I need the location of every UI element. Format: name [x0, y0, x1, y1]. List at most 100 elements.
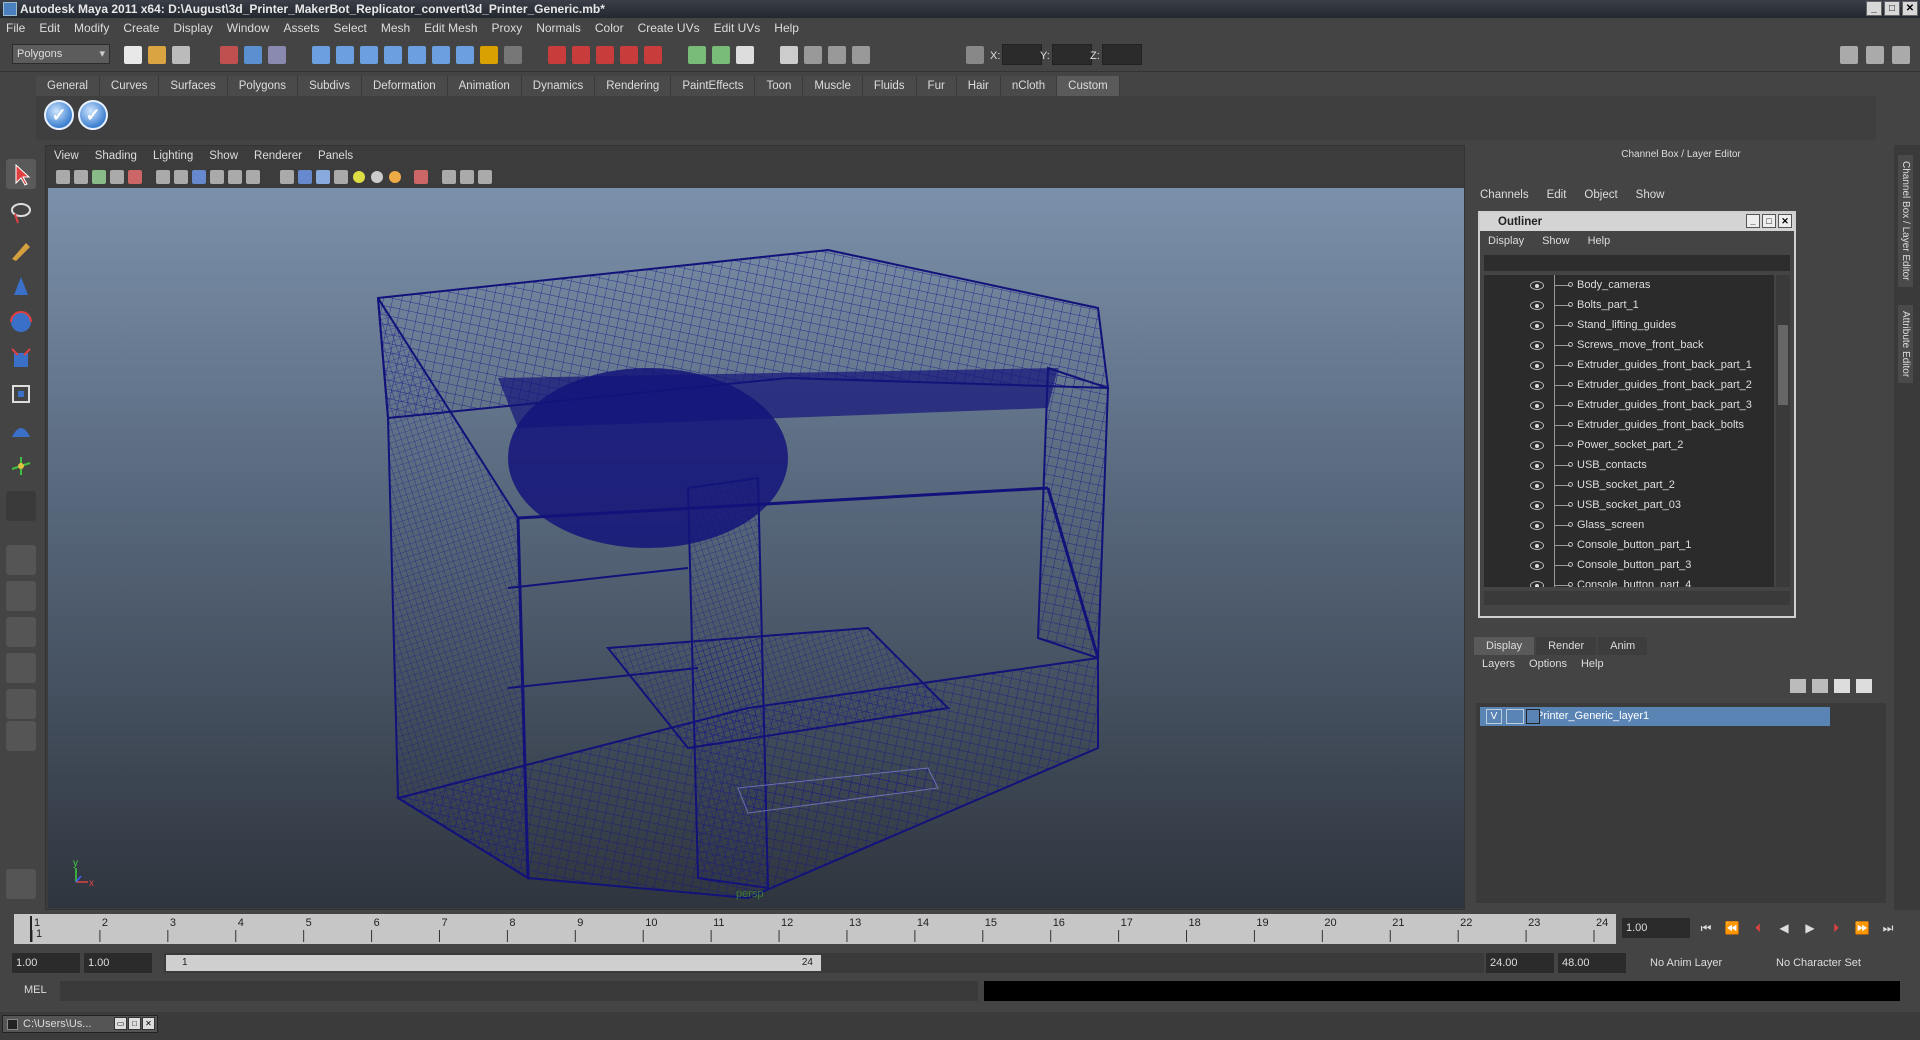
time-slider-track[interactable]: 1 2 3 4 5 6 7 8 9 10 11 12 13 14 15 16 17 18 19 20 21 22 23 24 … — [14, 914, 1616, 944]
step-forward-key-icon[interactable]: ⏵ — [1826, 919, 1846, 937]
cb-menu-channels[interactable]: Channels — [1480, 189, 1529, 201]
y-coord-field[interactable] — [1052, 44, 1092, 65]
layer-menu-help[interactable]: Help — [1581, 658, 1604, 670]
render-frame-icon[interactable] — [548, 46, 566, 64]
layer-menu-options[interactable]: Options — [1529, 658, 1567, 670]
layer-tab-display[interactable]: Display — [1474, 637, 1535, 655]
snap-grid-icon[interactable] — [312, 46, 330, 64]
range-slider-handle[interactable]: 1 24 — [166, 955, 821, 971]
anim-layer-dropdown[interactable]: No Anim Layer — [1646, 953, 1766, 973]
show-tool-settings-icon[interactable] — [804, 46, 822, 64]
new-scene-icon[interactable] — [124, 46, 142, 64]
shelf-tab-polygons[interactable]: Polygons — [227, 76, 299, 96]
shelf-tab-hair[interactable]: Hair — [956, 76, 1001, 96]
hypershade-icon[interactable] — [620, 46, 638, 64]
layer-tab-render[interactable]: Render — [1536, 637, 1597, 655]
snap-together-icon[interactable] — [456, 46, 474, 64]
select-object-icon[interactable] — [244, 46, 262, 64]
current-time-marker[interactable] — [30, 916, 32, 942]
create-empty-layer-icon[interactable] — [1834, 679, 1850, 693]
show-attribute-editor-icon[interactable] — [780, 46, 798, 64]
maximize-button[interactable]: □ — [1884, 1, 1900, 16]
outliner-minimize-button[interactable]: _ — [1746, 214, 1760, 228]
vp-menu-show[interactable]: Show — [209, 150, 238, 162]
shelf-tab-ncloth[interactable]: nCloth — [1000, 76, 1058, 96]
outliner-maximize-button[interactable]: □ — [1762, 214, 1776, 228]
menu-modify[interactable]: Modify — [74, 21, 109, 35]
shelf-tab-fluids[interactable]: Fluids — [862, 76, 917, 96]
relative-transform-icon[interactable] — [712, 46, 730, 64]
input-line-icon[interactable] — [688, 46, 706, 64]
z-coord-field[interactable] — [1102, 44, 1142, 65]
vp-menu-renderer[interactable]: Renderer — [254, 150, 302, 162]
create-layer-from-selection-icon[interactable] — [1856, 679, 1872, 693]
close-button[interactable]: ✕ — [1902, 1, 1918, 16]
x-coord-field[interactable] — [1002, 44, 1042, 65]
toggle-attribute-editor-icon[interactable] — [1840, 46, 1858, 64]
four-view-layout-icon[interactable] — [6, 581, 36, 611]
outliner-item[interactable]: Console_button_part_1 — [1484, 535, 1774, 555]
vp-menu-lighting[interactable]: Lighting — [153, 150, 193, 162]
menu-help[interactable]: Help — [774, 21, 799, 35]
outliner-horizontal-scrollbar[interactable] — [1484, 591, 1790, 605]
outliner-item[interactable]: Extruder_guides_front_back_part_1 — [1484, 355, 1774, 375]
layer-menu-layers[interactable]: Layers — [1482, 658, 1515, 670]
menu-normals[interactable]: Normals — [536, 21, 581, 35]
play-forwards-icon[interactable]: ▶ — [1800, 919, 1820, 937]
taskitem-close-button[interactable]: ✕ — [142, 1017, 155, 1030]
transform-mode-icon[interactable] — [966, 46, 984, 64]
outliner-item[interactable]: USB_socket_part_03 — [1484, 495, 1774, 515]
move-layer-down-icon[interactable] — [1812, 679, 1828, 693]
menu-color[interactable]: Color — [595, 21, 624, 35]
shelf-tab-muscle[interactable]: Muscle — [803, 76, 863, 96]
outliner-filter-field[interactable] — [1484, 255, 1790, 271]
outliner-item[interactable]: USB_contacts — [1484, 455, 1774, 475]
shelf-tab-animation[interactable]: Animation — [447, 76, 522, 96]
shelf-tab-subdivs[interactable]: Subdivs — [298, 76, 362, 96]
outliner-item[interactable]: Console_button_part_4 — [1484, 575, 1774, 587]
character-set-dropdown[interactable]: No Character Set — [1772, 953, 1882, 973]
outliner-item[interactable]: Body_cameras — [1484, 275, 1774, 295]
step-back-key-icon[interactable]: ⏴ — [1748, 919, 1768, 937]
outliner-item[interactable]: Extruder_guides_front_back_part_2 — [1484, 375, 1774, 395]
display-layer-row[interactable]: V Printer_Generic_layer1 — [1480, 707, 1830, 726]
toggle-tool-settings-icon[interactable] — [1892, 46, 1910, 64]
outliner-item[interactable]: USB_socket_part_2 — [1484, 475, 1774, 495]
persp-outliner-layout-icon[interactable] — [6, 617, 36, 647]
shelf-tab-painteffects[interactable]: PaintEffects — [671, 76, 756, 96]
vp-menu-panels[interactable]: Panels — [318, 150, 353, 162]
layer-playback-toggle[interactable] — [1506, 709, 1524, 724]
menu-select[interactable]: Select — [333, 21, 366, 35]
custom-shelf-checkmark-icon-2[interactable]: ✓ — [78, 100, 108, 130]
layer-tab-anim[interactable]: Anim — [1598, 637, 1648, 655]
single-perspective-layout-icon[interactable] — [6, 545, 36, 575]
select-hierarchy-icon[interactable] — [220, 46, 238, 64]
menu-edit-mesh[interactable]: Edit Mesh — [424, 21, 477, 35]
last-tool-used-icon[interactable] — [6, 491, 36, 521]
show-manipulator-icon[interactable] — [6, 451, 36, 481]
select-component-icon[interactable] — [268, 46, 286, 64]
ol-menu-help[interactable]: Help — [1588, 235, 1611, 247]
menu-window[interactable]: Window — [227, 21, 270, 35]
shelf-tab-custom[interactable]: Custom — [1057, 76, 1120, 96]
move-layer-up-icon[interactable] — [1790, 679, 1806, 693]
step-forward-icon[interactable]: ⏩ — [1852, 919, 1872, 937]
render-settings-icon[interactable] — [596, 46, 614, 64]
start-time-field[interactable]: 1.00 — [12, 953, 80, 973]
snap-curve-icon[interactable] — [336, 46, 354, 64]
open-scene-icon[interactable] — [148, 46, 166, 64]
menu-edit-uvs[interactable]: Edit UVs — [714, 21, 761, 35]
cb-menu-edit[interactable]: Edit — [1547, 189, 1567, 201]
outliner-close-button[interactable]: ✕ — [1778, 214, 1792, 228]
shelf-tab-toon[interactable]: Toon — [755, 76, 804, 96]
taskitem-restore-button[interactable]: ▭ — [114, 1017, 127, 1030]
vp-menu-shading[interactable]: Shading — [95, 150, 137, 162]
shelf-tab-general[interactable]: General — [36, 76, 100, 96]
outliner-item[interactable]: Extruder_guides_front_back_part_3 — [1484, 395, 1774, 415]
minimized-window-item[interactable]: C:\Users\Us... ▭ □ ✕ — [2, 1015, 158, 1033]
shelf-tab-dynamics[interactable]: Dynamics — [521, 76, 596, 96]
graph-editor-layout-icon[interactable] — [6, 721, 36, 751]
menu-edit[interactable]: Edit — [39, 21, 60, 35]
minimize-button[interactable]: _ — [1866, 1, 1882, 16]
outliner-vertical-scrollbar[interactable] — [1776, 275, 1790, 587]
